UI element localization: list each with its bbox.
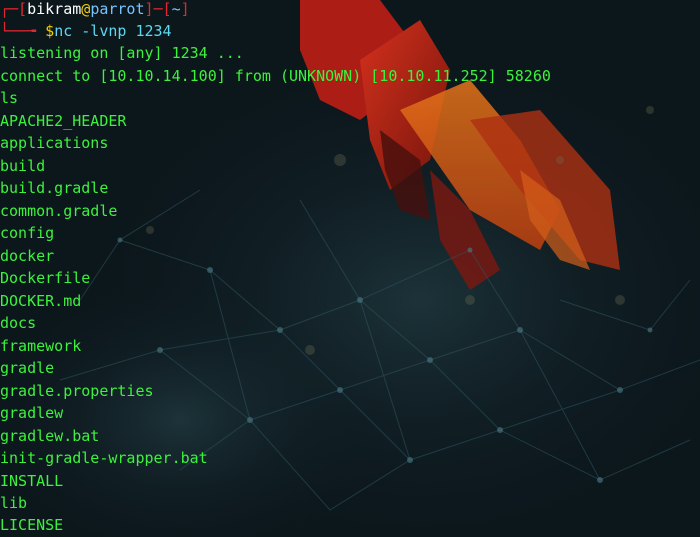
prompt-bracket-close: ] [180, 0, 190, 18]
output-line: applications [0, 134, 109, 152]
prompt-bracket-open: ┌─[ [0, 0, 28, 18]
prompt-host: parrot [90, 0, 145, 18]
output-line: common.gradle [0, 202, 118, 220]
output-line: gradlew [0, 404, 64, 422]
output-line: gradlew.bat [0, 427, 100, 445]
output-line: lib [0, 494, 28, 512]
prompt-user: bikram [27, 0, 82, 18]
prompt-command-line: └──╼ $nc -lvnp 1234 [0, 20, 172, 42]
output-line: DOCKER.md [0, 292, 82, 310]
prompt-arrow: └──╼ [0, 22, 46, 40]
output-line: config [0, 224, 55, 242]
output-line: listening on [any] 1234 ... [0, 44, 244, 62]
prompt-dir: ~ [171, 0, 181, 18]
output-line: docs [0, 314, 37, 332]
output-line: LICENSE [0, 516, 64, 534]
prompt-at: @ [81, 0, 91, 18]
prompt-separator: ]─[ [144, 0, 172, 18]
output-line: docker [0, 247, 55, 265]
output-line: gradle.properties [0, 382, 154, 400]
output-line: ls [0, 89, 19, 107]
output-line: connect to [10.10.14.100] from (UNKNOWN)… [0, 67, 551, 85]
prompt-header: ┌─[bikram@parrot]─[~] [0, 0, 190, 20]
terminal-window[interactable]: ┌─[bikram@parrot]─[~] └──╼ $nc -lvnp 123… [0, 0, 700, 537]
output-line: build.gradle [0, 179, 109, 197]
output-line: init-gradle-wrapper.bat [0, 449, 208, 467]
output-line: INSTALL [0, 472, 64, 490]
command-text: nc -lvnp 1234 [54, 22, 172, 40]
prompt-dollar: $ [45, 22, 55, 40]
output-line: framework [0, 337, 82, 355]
output-line: Dockerfile [0, 269, 91, 287]
output-line: APACHE2_HEADER [0, 112, 127, 130]
output-line: gradle [0, 359, 55, 377]
output-line: build [0, 157, 46, 175]
